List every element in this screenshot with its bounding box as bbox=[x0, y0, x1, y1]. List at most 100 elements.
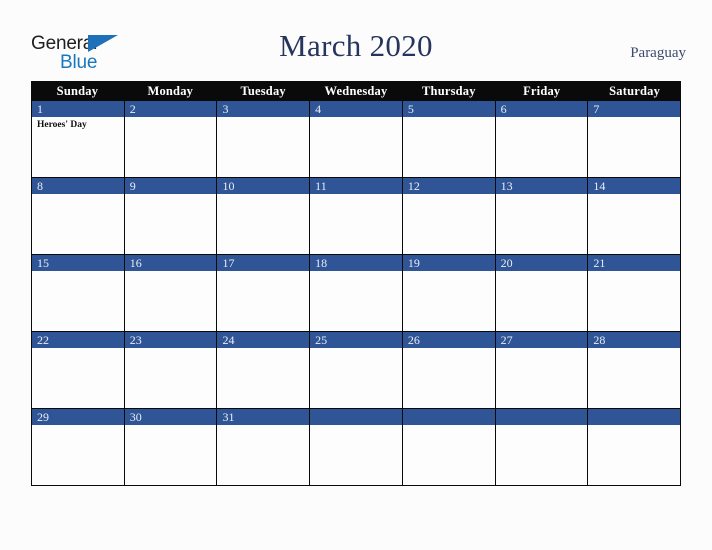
day-number: 29 bbox=[32, 409, 124, 425]
day-cell-10[interactable]: 10 bbox=[217, 178, 311, 254]
day-events bbox=[403, 271, 495, 331]
day-number: 6 bbox=[495, 101, 588, 117]
day-cell-21[interactable]: 21 bbox=[588, 255, 682, 331]
day-events bbox=[32, 425, 124, 485]
day-cell-8[interactable]: 8 bbox=[32, 178, 125, 254]
calendar-week-row: 8 9 10 11 12 13 14 bbox=[31, 178, 682, 255]
day-events bbox=[588, 117, 680, 177]
day-events bbox=[403, 194, 495, 254]
holiday-label: Heroes' Day bbox=[37, 120, 87, 130]
day-number: 10 bbox=[217, 178, 310, 194]
day-cell-26[interactable]: 26 bbox=[402, 332, 496, 408]
day-events bbox=[32, 271, 124, 331]
calendar-week-row: 22 23 24 25 26 27 28 bbox=[31, 332, 682, 409]
day-number: 31 bbox=[217, 409, 310, 425]
day-number: 27 bbox=[495, 332, 588, 348]
day-cell-16[interactable]: 16 bbox=[124, 255, 218, 331]
day-cell-23[interactable]: 23 bbox=[124, 332, 218, 408]
day-number: 2 bbox=[124, 101, 217, 117]
day-cell-19[interactable]: 19 bbox=[402, 255, 496, 331]
day-cell-29[interactable]: 29 bbox=[32, 409, 125, 485]
day-events bbox=[588, 194, 680, 254]
day-events bbox=[217, 348, 309, 408]
day-cell-11[interactable]: 11 bbox=[310, 178, 403, 254]
day-number: 28 bbox=[588, 332, 681, 348]
day-number: 21 bbox=[588, 255, 681, 271]
day-number: 11 bbox=[310, 178, 402, 194]
day-events bbox=[217, 271, 309, 331]
day-cell-empty[interactable] bbox=[402, 409, 496, 485]
day-number bbox=[495, 409, 588, 425]
day-number: 16 bbox=[124, 255, 217, 271]
day-cell-31[interactable]: 31 bbox=[217, 409, 311, 485]
day-number: 7 bbox=[588, 101, 681, 117]
day-events bbox=[403, 425, 495, 485]
day-number: 3 bbox=[217, 101, 310, 117]
day-events bbox=[310, 425, 402, 485]
day-cell-14[interactable]: 14 bbox=[588, 178, 682, 254]
day-cell-24[interactable]: 24 bbox=[217, 332, 311, 408]
day-events bbox=[217, 117, 309, 177]
day-cell-3[interactable]: 3 bbox=[217, 101, 311, 177]
day-cell-25[interactable]: 25 bbox=[310, 332, 403, 408]
day-number: 13 bbox=[495, 178, 588, 194]
day-number: 15 bbox=[32, 255, 124, 271]
day-number: 26 bbox=[402, 332, 495, 348]
day-cell-17[interactable]: 17 bbox=[217, 255, 311, 331]
day-cell-1[interactable]: 1 Heroes' Day bbox=[32, 101, 125, 177]
day-cell-9[interactable]: 9 bbox=[124, 178, 218, 254]
day-events bbox=[496, 348, 588, 408]
country-label: Paraguay bbox=[630, 45, 686, 61]
day-cell-2[interactable]: 2 bbox=[124, 101, 218, 177]
day-cell-empty[interactable] bbox=[588, 409, 682, 485]
day-cell-13[interactable]: 13 bbox=[495, 178, 589, 254]
day-events bbox=[125, 117, 217, 177]
day-number bbox=[588, 409, 681, 425]
day-cell-5[interactable]: 5 bbox=[402, 101, 496, 177]
day-cell-30[interactable]: 30 bbox=[124, 409, 218, 485]
day-events bbox=[125, 271, 217, 331]
day-cell-7[interactable]: 7 bbox=[588, 101, 682, 177]
calendar-grid: Sunday Monday Tuesday Wednesday Thursday Frid… bbox=[31, 81, 682, 486]
day-events bbox=[310, 117, 402, 177]
day-events bbox=[125, 425, 217, 485]
day-number: 19 bbox=[402, 255, 495, 271]
day-cell-15[interactable]: 15 bbox=[32, 255, 125, 331]
day-events bbox=[403, 117, 495, 177]
day-cell-18[interactable]: 18 bbox=[310, 255, 403, 331]
day-cell-28[interactable]: 28 bbox=[588, 332, 682, 408]
day-number: 1 bbox=[32, 101, 124, 117]
day-events bbox=[496, 271, 588, 331]
day-events bbox=[588, 425, 680, 485]
day-cell-6[interactable]: 6 bbox=[495, 101, 589, 177]
day-events: Heroes' Day bbox=[32, 117, 124, 177]
calendar-week-row: 1 Heroes' Day 2 3 4 5 6 7 bbox=[31, 101, 682, 178]
day-number: 25 bbox=[310, 332, 402, 348]
day-cell-empty[interactable] bbox=[310, 409, 403, 485]
page-title: March 2020 bbox=[279, 28, 433, 63]
day-cell-empty[interactable] bbox=[495, 409, 589, 485]
day-cell-27[interactable]: 27 bbox=[495, 332, 589, 408]
day-cell-4[interactable]: 4 bbox=[310, 101, 403, 177]
day-events bbox=[403, 348, 495, 408]
calendar-weeks: 1 Heroes' Day 2 3 4 5 6 7 8 9 10 11 12 13 14 15 16 17 18 19… bbox=[31, 101, 682, 486]
weekday-header-thursday: Thursday bbox=[422, 84, 476, 98]
day-events bbox=[496, 117, 588, 177]
day-events bbox=[125, 348, 217, 408]
day-number: 23 bbox=[124, 332, 217, 348]
day-cell-22[interactable]: 22 bbox=[32, 332, 125, 408]
day-cell-20[interactable]: 20 bbox=[495, 255, 589, 331]
day-events bbox=[125, 194, 217, 254]
day-number: 24 bbox=[217, 332, 310, 348]
day-number: 18 bbox=[310, 255, 402, 271]
day-events bbox=[217, 194, 309, 254]
calendar-week-row: 15 16 17 18 19 20 21 bbox=[31, 255, 682, 332]
day-number: 9 bbox=[124, 178, 217, 194]
weekday-header-wednesday: Wednesday bbox=[324, 84, 388, 98]
day-number bbox=[402, 409, 495, 425]
day-number: 22 bbox=[32, 332, 124, 348]
weekday-header-tuesday: Tuesday bbox=[240, 84, 286, 98]
day-events bbox=[32, 348, 124, 408]
weekday-header-friday: Friday bbox=[523, 84, 561, 98]
day-cell-12[interactable]: 12 bbox=[402, 178, 496, 254]
